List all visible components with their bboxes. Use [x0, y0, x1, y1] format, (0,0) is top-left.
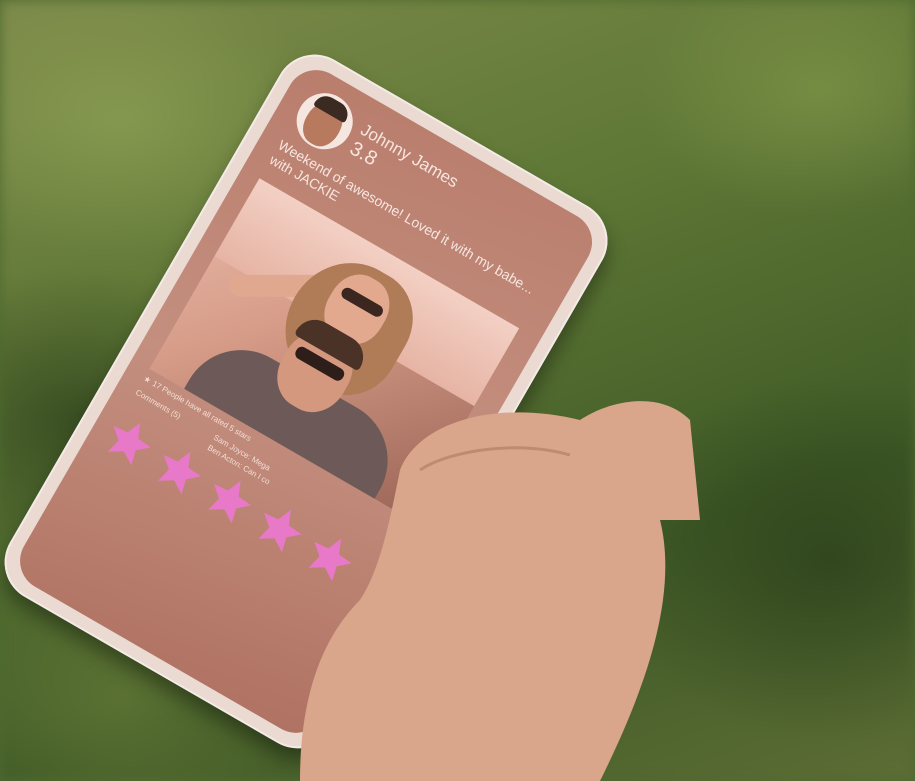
scene: Johnny James 3.8 Weekend of awesome! Lov… [0, 0, 915, 781]
hand-thumb-front [300, 401, 700, 781]
